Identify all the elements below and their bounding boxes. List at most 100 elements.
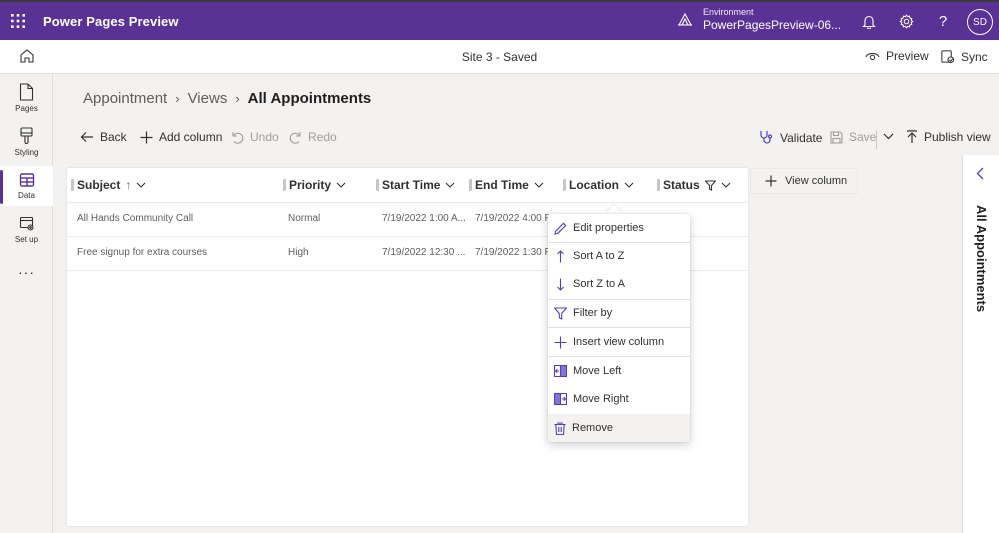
- filter-icon: [554, 306, 567, 320]
- column-header-end-time[interactable]: End Time: [469, 168, 544, 202]
- expand-panel-button[interactable]: [976, 167, 984, 180]
- sync-label: Sync: [961, 49, 988, 64]
- sync-icon: [941, 50, 955, 64]
- chevron-down-icon: [336, 182, 346, 188]
- page-icon: [19, 83, 34, 101]
- chevron-down-icon: [136, 182, 146, 188]
- back-button[interactable]: Back: [80, 130, 127, 144]
- app-title: Power Pages Preview: [43, 13, 179, 29]
- plus-icon: [140, 131, 153, 143]
- pencil-icon: [554, 222, 567, 235]
- chevron-right-icon: ›: [235, 91, 240, 106]
- avatar[interactable]: SD: [967, 9, 993, 35]
- breadcrumb-item-views[interactable]: Views: [188, 90, 228, 107]
- chevron-left-icon: [976, 167, 984, 180]
- more-button[interactable]: ···: [0, 264, 53, 280]
- toolbar-divider: [876, 131, 877, 149]
- column-header-start-time[interactable]: Start Time: [376, 168, 455, 202]
- arrow-down-icon: [557, 278, 564, 291]
- cell-start-time: 7/19/2022 12:30 ...: [382, 247, 466, 258]
- publish-icon: [907, 130, 917, 143]
- validate-button[interactable]: Validate: [759, 130, 822, 145]
- add-column-label: Add column: [159, 130, 223, 144]
- gear-icon: [898, 13, 914, 29]
- validate-label: Validate: [780, 130, 823, 145]
- cell-start-time: 7/19/2022 1:00 A...: [382, 213, 466, 224]
- save-options-button[interactable]: [883, 133, 894, 140]
- column-header-status[interactable]: Status: [657, 168, 731, 202]
- environment-picker[interactable]: Environment PowerPagesPreview-06...: [677, 6, 841, 32]
- column-header-label: Priority: [289, 178, 332, 192]
- sort-ascending-icon: ↑: [125, 178, 132, 192]
- menu-item-label: Move Left: [573, 365, 622, 377]
- column-header-subject[interactable]: Subject ↑: [71, 168, 146, 202]
- settings-button[interactable]: [894, 9, 918, 33]
- move-left-icon: [554, 365, 567, 377]
- column-header-label: End Time: [475, 178, 529, 192]
- notifications-button[interactable]: [857, 9, 881, 33]
- arrow-up-icon: [557, 249, 564, 262]
- save-button[interactable]: Save: [830, 130, 876, 144]
- waffle-icon: [11, 14, 25, 28]
- view-column-button[interactable]: View column: [750, 168, 858, 194]
- chevron-down-icon: [624, 182, 634, 188]
- environment-label: Environment: [703, 7, 754, 17]
- breadcrumb-item-appointment[interactable]: Appointment: [83, 90, 167, 107]
- rail-item-pages[interactable]: Pages: [0, 78, 53, 118]
- bell-icon: [862, 15, 876, 29]
- rail-item-styling[interactable]: Styling: [0, 122, 53, 162]
- column-header-label: Status: [663, 178, 700, 192]
- column-header-priority[interactable]: Priority: [283, 168, 346, 202]
- menu-item-sort-a-to-z[interactable]: Sort A to Z: [548, 242, 690, 270]
- column-context-menu: Edit properties Sort A to Z Sort Z to A …: [548, 214, 690, 442]
- cell-priority: Normal: [288, 213, 321, 224]
- menu-item-label: Move Right: [573, 393, 629, 405]
- page-title: All Appointments: [247, 90, 372, 107]
- table-icon: [19, 173, 34, 187]
- paintbrush-icon: [20, 127, 33, 144]
- column-grip: [657, 179, 660, 191]
- panel-gap: [948, 155, 962, 533]
- redo-button[interactable]: Redo: [289, 130, 337, 144]
- redo-label: Redo: [308, 130, 337, 144]
- menu-item-move-right[interactable]: Move Right: [548, 385, 690, 413]
- stethoscope-icon: [760, 131, 773, 144]
- chevron-down-icon: [534, 182, 544, 188]
- preview-button[interactable]: Preview: [865, 49, 929, 63]
- app-launcher-button[interactable]: [0, 2, 36, 40]
- menu-item-remove[interactable]: Remove: [548, 414, 690, 442]
- rail-item-setup[interactable]: Set up: [0, 210, 53, 250]
- panel-title: All Appointments: [974, 205, 989, 313]
- menu-item-sort-z-to-a[interactable]: Sort Z to A: [548, 270, 690, 298]
- column-header-location[interactable]: Location: [563, 168, 634, 202]
- plus-icon: [765, 175, 777, 187]
- undo-button[interactable]: Undo: [231, 130, 279, 144]
- publish-view-label: Publish view: [924, 130, 991, 144]
- sync-button[interactable]: Sync: [940, 49, 988, 64]
- site-status: Site 3 - Saved: [461, 50, 538, 64]
- environment-icon: [678, 12, 692, 26]
- rail-item-data[interactable]: Data: [0, 166, 53, 206]
- help-button[interactable]: ?: [931, 9, 955, 33]
- column-header-label: Start Time: [382, 178, 441, 192]
- menu-item-move-left[interactable]: Move Left: [548, 357, 690, 385]
- redo-icon: [289, 131, 301, 144]
- menu-item-edit-properties[interactable]: Edit properties: [548, 214, 690, 242]
- breadcrumb: Appointment › Views › All Appointments: [83, 90, 371, 107]
- chevron-down-icon: [883, 133, 894, 140]
- menu-item-label: Sort A to Z: [573, 250, 625, 262]
- menu-item-label: Remove: [572, 422, 613, 434]
- arrow-left-icon: [80, 132, 93, 142]
- menu-item-label: Edit properties: [573, 222, 644, 234]
- column-grip: [469, 179, 472, 191]
- add-column-button[interactable]: Add column: [140, 130, 222, 144]
- column-header-label: Subject: [77, 178, 121, 192]
- rail-label: Data: [18, 191, 35, 200]
- menu-item-insert-view-column[interactable]: Insert view column: [548, 328, 690, 356]
- menu-item-filter-by[interactable]: Filter by: [548, 299, 690, 327]
- menu-item-label: Sort Z to A: [573, 278, 625, 290]
- preview-label: Preview: [886, 49, 929, 63]
- column-grip: [376, 179, 379, 191]
- publish-view-button[interactable]: Publish view: [906, 130, 991, 144]
- undo-icon: [232, 131, 244, 144]
